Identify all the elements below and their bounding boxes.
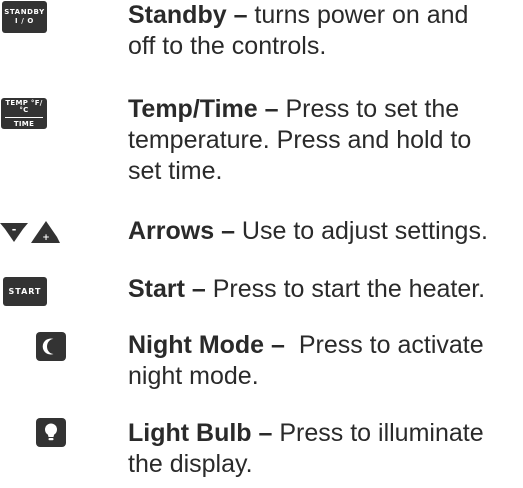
control-item-night-mode: Night Mode – Press to activate night mod… [0,330,523,400]
moon-glyph [42,338,54,355]
control-title: Temp/Time – [128,95,279,123]
control-description: Light Bulb – Press to illuminate the dis… [128,418,484,480]
description-line: the display. [128,450,253,478]
plus-key-label: + [42,233,50,243]
control-title: Night Mode – [128,331,285,359]
description-line: set time. [128,157,223,185]
standby-key-label: STANDBY [4,8,45,16]
control-item-light-bulb: Light Bulb – Press to illuminate the dis… [0,418,523,488]
description-line: turns power on and [247,1,469,29]
control-item-arrows: - + Arrows – Use to adjust settings. [0,216,523,256]
control-title: Standby – [128,1,248,29]
control-item-start: START Start – Press to start the heater. [0,274,523,314]
control-title: Arrows – [128,217,235,245]
start-key-label: START [3,277,47,306]
description-line: night mode. [128,362,259,390]
control-title: Light Bulb – [128,419,273,447]
description-line: Press to illuminate [272,419,484,447]
key-divider [5,116,43,118]
control-description: Standby – turns power on and off to the … [128,0,468,62]
temp-key-label: TEMP °F/°C [5,98,43,114]
control-description: Start – Press to start the heater. [128,274,485,305]
control-title: Start – [128,275,206,303]
control-item-temp-time: TEMP °F/°C TIME Temp/Time – Press to set… [0,94,523,194]
description-line: temperature. Press and hold to [128,126,472,154]
control-description: Night Mode – Press to activate night mod… [128,330,484,392]
arrows-keys-icon: - + [0,221,60,243]
description-line: Press to start the heater. [205,275,486,303]
description-line: Press to activate [284,331,484,359]
control-item-standby: STANDBY I / O Standby – turns power on a… [0,0,523,80]
time-key-label: TIME [13,119,35,128]
bulb-glyph [45,423,57,441]
control-description: Arrows – Use to adjust settings. [128,216,488,247]
minus-key-label: - [12,223,17,236]
description-line: Press to set the [278,95,460,123]
description-line: Use to adjust settings. [234,217,488,245]
standby-key-sublabel: I / O [15,17,34,25]
description-line: off to the controls. [128,32,327,60]
control-description: Temp/Time – Press to set the temperature… [128,94,471,187]
